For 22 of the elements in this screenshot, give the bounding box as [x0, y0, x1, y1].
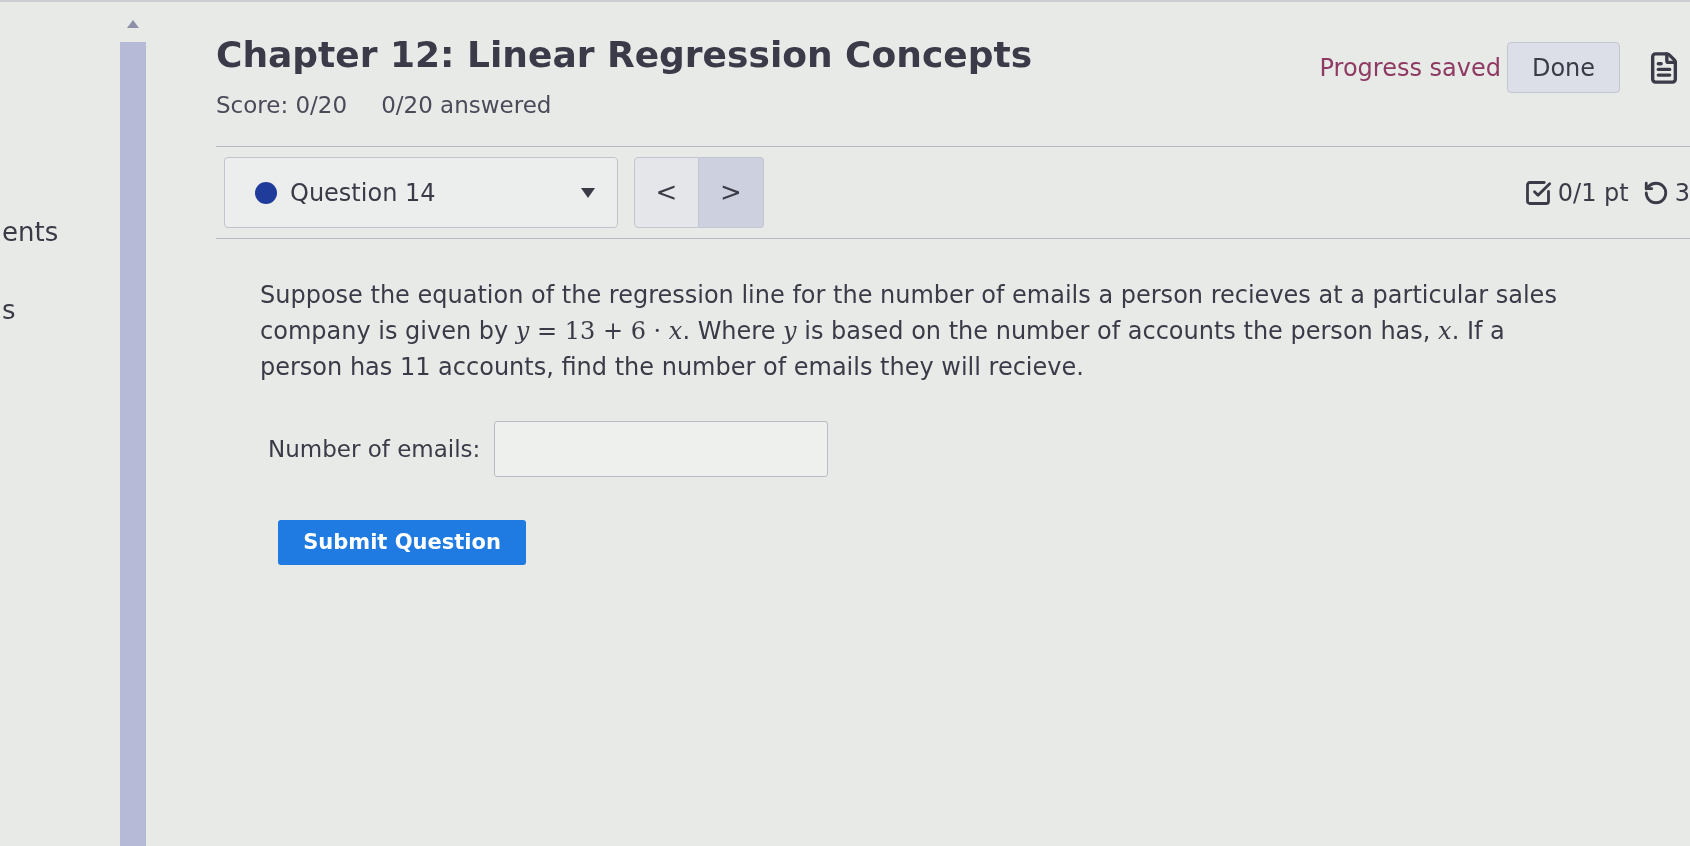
sidebar-item[interactable]: s: [2, 294, 16, 326]
question-select[interactable]: Question 14: [224, 157, 618, 228]
next-question-button[interactable]: >: [699, 157, 764, 228]
submit-question-button[interactable]: Submit Question: [278, 520, 526, 565]
scroll-up-arrow-icon[interactable]: [127, 20, 139, 28]
progress-status: Progress saved: [1319, 52, 1501, 84]
checkbox-check-icon: [1523, 178, 1552, 207]
answered-count: 0/20 answered: [381, 91, 552, 120]
page-title: Chapter 12: Linear Regression Concepts: [216, 33, 1033, 77]
caret-down-icon: [581, 187, 595, 198]
answer-label: Number of emails:: [268, 434, 481, 464]
attempts-count: 3: [1674, 177, 1690, 209]
previous-question-button[interactable]: <: [634, 157, 699, 228]
scrollbar[interactable]: [120, 42, 146, 846]
answer-input-field[interactable]: [494, 421, 829, 477]
question-text: Suppose the equation of the regression line for the number of emails a person recieves at a particular sales company is given by y = 13 + 6 · x. Where y is based on the number of accounts the person has, x. If a person has 11 accounts, find the number of emails they will recieve.: [260, 280, 1558, 383]
score-text: Score: 0/20: [216, 91, 348, 120]
retry-icon[interactable]: [1642, 179, 1669, 206]
status-dot-icon: [255, 181, 277, 204]
done-button[interactable]: Done: [1507, 42, 1620, 93]
points-text: 0/1 pt: [1557, 177, 1629, 209]
sidebar-item[interactable]: ents: [2, 216, 59, 248]
